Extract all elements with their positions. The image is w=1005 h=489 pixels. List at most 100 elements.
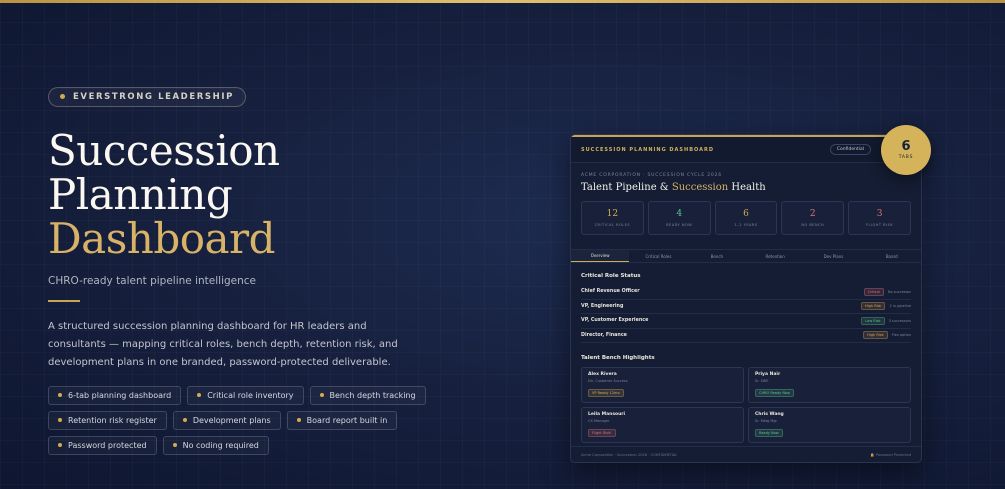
dashboard-title-highlight: Succession — [671, 182, 729, 193]
dashboard-footer: Acme Corporation · Succession 2026 · CON… — [571, 446, 921, 462]
feature-tag: Critical role inventory — [187, 385, 304, 405]
feature-tag: Development plans — [172, 410, 281, 430]
role-note: Flex option — [891, 333, 911, 338]
bench-card: Chris Wang Sr. Mktg Mgr Ready Now — [748, 407, 911, 443]
gold-dot-icon — [319, 393, 324, 397]
bench-card: Priya Nair Sr. SWE CHRO Ready Now — [748, 367, 911, 403]
stat-card: 6 1–2 YEARS — [714, 201, 778, 235]
feature-tag-label: Critical role inventory — [207, 390, 294, 400]
page-title: Succession Planning Dashboard — [48, 125, 488, 263]
stat-card: 12 CRITICAL ROLES — [581, 201, 644, 235]
role-name: Director, Finance — [581, 332, 627, 338]
dashboard-header: SUCCESSION PLANNING DASHBOARD Confidenti… — [571, 137, 921, 163]
tab-overview[interactable]: Overview — [571, 250, 630, 262]
stat-label: 1–2 YEARS — [734, 223, 758, 227]
gold-dot-icon — [58, 393, 62, 397]
critical-role-list: Chief Revenue Officer Critical No successo… — [581, 285, 911, 343]
gold-dot-icon — [58, 418, 62, 422]
dashboard-header-title: SUCCESSION PLANNING DASHBOARD — [581, 146, 715, 153]
brand-badge-label: EVERSTRONG LEADERSHIP — [73, 91, 234, 102]
bench-role: Sr. Mktg Mgr — [755, 419, 777, 423]
readiness-badge: Ready Now — [755, 429, 783, 437]
bench-title: Talent Bench Highlights — [581, 355, 655, 361]
tab-dev-plans[interactable]: Dev Plans — [804, 250, 862, 262]
tab-board[interactable]: Board — [863, 250, 921, 262]
feature-tag-label: Retention risk register — [68, 415, 157, 425]
gold-dot-icon — [182, 418, 187, 422]
feature-tag-label: 6-tab planning dashboard — [68, 390, 172, 400]
risk-badge: High Risk — [861, 302, 886, 311]
readiness-badge: CHRO Ready Now — [755, 389, 794, 397]
dashboard-eyebrow: ACME CORPORATION · SUCCESSION CYCLE 2026 — [581, 173, 722, 178]
role-note: 3 successors — [888, 318, 911, 323]
feature-tag-label: Board report built in — [306, 415, 388, 425]
role-name: VP, Customer Experience — [581, 318, 649, 324]
bench-name: Priya Nair — [755, 372, 781, 377]
gold-dot-icon — [58, 443, 62, 447]
stat-card: 4 READY NOW — [647, 201, 711, 235]
readiness-badge: VP Ready 12mo — [588, 389, 624, 397]
risk-badge: Low Risk — [861, 316, 885, 325]
stats-row: 12 CRITICAL ROLES 4 READY NOW 6 1–2 YEARS 2… — [581, 201, 911, 235]
role-name: Chief Revenue Officer — [581, 289, 640, 295]
risk-badge: High Risk — [863, 331, 888, 340]
feature-tag: Retention risk register — [48, 410, 167, 430]
stat-value: 12 — [606, 209, 619, 219]
stat-label: CRITICAL ROLES — [594, 223, 631, 227]
page-subtitle: CHRO-ready talent pipeline intelligence — [48, 274, 257, 287]
feature-tags: 6-tab planning dashboard Critical role i… — [48, 385, 468, 455]
bench-card: Alex Rivera Dir, Customer Success VP Ready… — [581, 367, 744, 403]
stat-value: 3 — [876, 209, 883, 219]
feature-tag: Board report built in — [286, 410, 398, 430]
top-accent-bar — [0, 0, 1005, 3]
footer-left: Acme Corporation · Succession 2026 · CON… — [581, 452, 678, 457]
description: A structured succession planning dashboa… — [48, 320, 398, 368]
tabs-count: 6 — [901, 139, 911, 154]
bench-name: Leila Mansouri — [588, 412, 626, 417]
title-line-1: Succession — [48, 125, 280, 175]
stat-label: READY NOW — [666, 223, 693, 227]
dashboard-preview: SUCCESSION PLANNING DASHBOARD Confidenti… — [570, 134, 922, 463]
feature-tag-label: No coding required — [182, 440, 259, 450]
tab-critical-roles[interactable]: Critical Roles — [629, 250, 687, 262]
gold-dot-icon — [296, 418, 301, 422]
role-note: No successor — [887, 289, 911, 294]
bench-name: Alex Rivera — [588, 372, 617, 377]
tab-retention[interactable]: Retention — [746, 250, 804, 262]
title-line-3: Dashboard — [48, 213, 276, 263]
feature-tag: Bench depth tracking — [309, 385, 426, 405]
role-note: 2 in pipeline — [889, 304, 911, 309]
dashboard-title: Talent Pipeline & Succession Health — [581, 182, 921, 193]
table-row: VP, Engineering High Risk 2 in pipeline — [581, 300, 911, 314]
tabs-count-badge: 6 TABS — [881, 125, 931, 175]
stat-card: 2 NO BENCH — [781, 201, 845, 235]
feature-tag-label: Password protected — [68, 440, 147, 450]
role-name: VP, Engineering — [581, 303, 624, 309]
stat-value: 4 — [676, 209, 683, 219]
feature-tag-label: Bench depth tracking — [329, 390, 416, 400]
dashboard-title-part: Health — [728, 182, 766, 193]
title-line-2: Planning — [48, 169, 233, 219]
bench-role: Sr. SWE — [755, 379, 769, 383]
bench-name: Chris Wang — [755, 412, 784, 417]
hero-section: EVERSTRONG LEADERSHIP Succession Plannin… — [48, 84, 488, 455]
tab-bench[interactable]: Bench — [688, 250, 746, 262]
risk-badge: Critical — [863, 287, 884, 296]
tabs-count-label: TABS — [898, 155, 914, 160]
critical-role-title: Critical Role Status — [581, 273, 641, 279]
dashboard-title-part: Talent Pipeline & — [581, 182, 672, 193]
gold-dot-icon — [60, 94, 65, 99]
bench-grid: Alex Rivera Dir, Customer Success VP Ready… — [581, 367, 911, 443]
table-row: VP, Customer Experience Low Risk 3 success… — [581, 314, 911, 329]
bench-role: Dir, Customer Success — [588, 379, 628, 383]
confidential-badge: Confidential — [829, 144, 871, 155]
divider — [48, 299, 80, 302]
table-row: Chief Revenue Officer Critical No successo… — [581, 285, 911, 300]
bench-role: CX Manager — [588, 419, 610, 423]
feature-tag: Password protected — [48, 435, 157, 455]
footer-right: 🔒 Password Protected — [870, 452, 911, 457]
readiness-badge: Flight Risk! — [588, 429, 616, 437]
stat-card: 3 FLIGHT RISK — [848, 201, 911, 235]
stat-label: FLIGHT RISK — [866, 223, 894, 227]
feature-tag: 6-tab planning dashboard — [48, 385, 182, 405]
